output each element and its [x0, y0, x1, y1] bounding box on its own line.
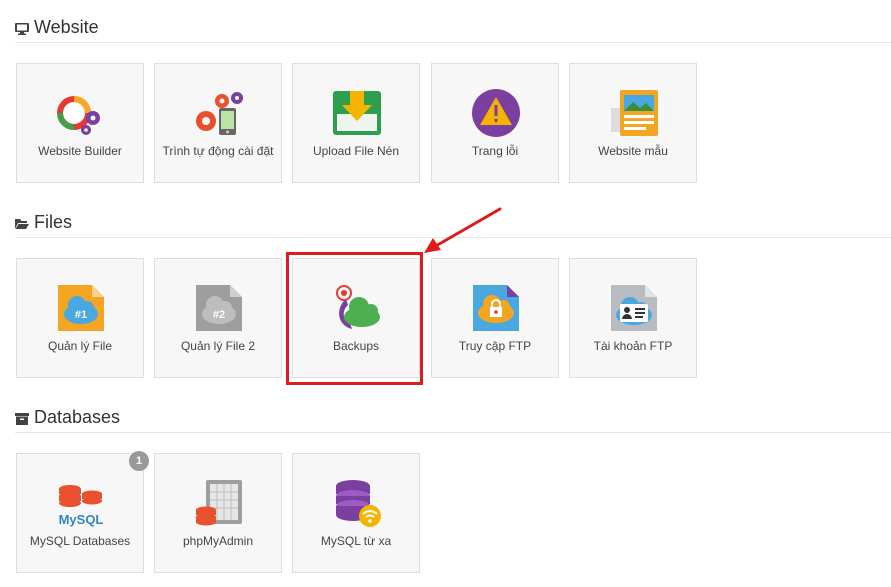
- notification-badge: 1: [129, 451, 149, 471]
- ftp-access-icon: [473, 285, 519, 331]
- mysql-icon: MySQL: [59, 485, 104, 527]
- section-title-website: Website: [34, 17, 99, 37]
- icon-text: #2: [213, 309, 225, 321]
- highlight-box: [286, 252, 423, 385]
- tile-label: Quản lý File: [47, 339, 113, 353]
- section-title-databases: Databases: [34, 407, 121, 427]
- upload-archive-icon: [333, 91, 381, 135]
- tile-label: Tài khoản FTP: [593, 339, 673, 353]
- tile-label: Truy cập FTP: [458, 339, 532, 353]
- tile-ftp-access[interactable]: Truy cập FTP: [431, 258, 559, 378]
- tile-file-manager-2[interactable]: #2 Quản lý File 2: [154, 258, 282, 378]
- icon-text: #1: [75, 309, 87, 321]
- tile-label: Trang lỗi: [471, 144, 519, 158]
- archive-icon: [15, 413, 29, 425]
- annotation-arrow-icon: [424, 207, 502, 253]
- icon-text: MySQL: [59, 512, 104, 527]
- website-builder-icon: [57, 96, 100, 135]
- tile-label: Website mẫu: [598, 144, 668, 158]
- tile-upload-archive[interactable]: Upload File Nén: [292, 63, 420, 183]
- tile-label: MySQL Databases: [29, 534, 131, 548]
- file-manager-1-icon: #1: [58, 285, 104, 331]
- website-template-icon: [611, 90, 658, 136]
- section-header-website: Website: [15, 16, 891, 43]
- tile-phpmyadmin[interactable]: phpMyAdmin: [154, 453, 282, 573]
- tile-website-template[interactable]: Website mẫu: [569, 63, 697, 183]
- error-page-icon: [472, 89, 520, 137]
- tile-error-page[interactable]: Trang lỗi: [431, 63, 559, 183]
- tile-label: Trình tự động cài đặt: [162, 144, 274, 158]
- tile-ftp-accounts[interactable]: Tài khoản FTP: [569, 258, 697, 378]
- tile-remote-mysql[interactable]: MySQL từ xa: [292, 453, 420, 573]
- tile-website-builder[interactable]: Website Builder: [16, 63, 144, 183]
- tile-label: Website Builder: [38, 144, 122, 158]
- file-manager-2-icon: #2: [196, 285, 242, 331]
- monitor-icon: [15, 23, 29, 35]
- folder-open-icon: [15, 219, 29, 229]
- phpmyadmin-icon: [196, 480, 242, 526]
- tile-label: Quản lý File 2: [180, 339, 256, 353]
- tile-file-manager-1[interactable]: #1 Quản lý File: [16, 258, 144, 378]
- auto-installer-icon: [196, 92, 243, 135]
- tile-label: MySQL từ xa: [320, 534, 392, 548]
- tile-auto-installer[interactable]: Trình tự động cài đặt: [154, 63, 282, 183]
- ftp-accounts-icon: [611, 285, 657, 331]
- tile-label: Upload File Nén: [312, 144, 400, 158]
- tile-label: phpMyAdmin: [182, 534, 254, 548]
- section-title-files: Files: [34, 212, 73, 232]
- remote-mysql-icon: [336, 480, 381, 527]
- section-header-databases: Databases: [15, 406, 891, 433]
- tile-mysql-databases[interactable]: MySQL MySQL Databases: [16, 453, 144, 573]
